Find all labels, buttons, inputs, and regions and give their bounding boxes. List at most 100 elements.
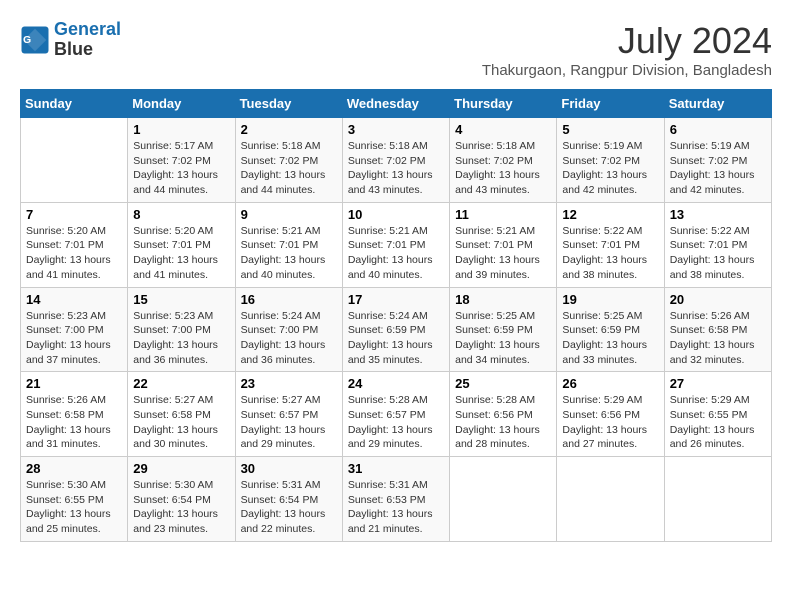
day-info: Sunrise: 5:27 AMSunset: 6:58 PMDaylight:…	[133, 393, 229, 452]
day-number: 16	[241, 292, 337, 307]
day-info: Sunrise: 5:21 AMSunset: 7:01 PMDaylight:…	[348, 224, 444, 283]
calendar-cell: 28 Sunrise: 5:30 AMSunset: 6:55 PMDayligh…	[21, 457, 128, 542]
day-info: Sunrise: 5:21 AMSunset: 7:01 PMDaylight:…	[455, 224, 551, 283]
calendar-week-row: 14 Sunrise: 5:23 AMSunset: 7:00 PMDayligh…	[21, 287, 772, 372]
logo: G General Blue	[20, 20, 121, 60]
calendar-cell: 1Sunrise: 5:17 AMSunset: 7:02 PMDaylight…	[128, 118, 235, 203]
day-info: Sunrise: 5:25 AMSunset: 6:59 PMDaylight:…	[455, 309, 551, 368]
day-number: 29	[133, 461, 229, 476]
day-info: Sunrise: 5:29 AMSunset: 6:55 PMDaylight:…	[670, 393, 766, 452]
calendar-table: SundayMondayTuesdayWednesdayThursdayFrid…	[20, 89, 772, 542]
calendar-cell	[21, 118, 128, 203]
day-info: Sunrise: 5:24 AMSunset: 7:00 PMDaylight:…	[241, 309, 337, 368]
calendar-cell: 27 Sunrise: 5:29 AMSunset: 6:55 PMDayligh…	[664, 372, 771, 457]
calendar-cell: 14 Sunrise: 5:23 AMSunset: 7:00 PMDayligh…	[21, 287, 128, 372]
calendar-cell: 20Sunrise: 5:26 AMSunset: 6:58 PMDayligh…	[664, 287, 771, 372]
day-info: Sunrise: 5:22 AMSunset: 7:01 PMDaylight:…	[562, 224, 658, 283]
day-info: Sunrise: 5:31 AMSunset: 6:53 PMDaylight:…	[348, 478, 444, 537]
day-info: Sunrise: 5:18 AMSunset: 7:02 PMDaylight:…	[241, 139, 337, 198]
day-info: Sunrise: 5:20 AMSunset: 7:01 PMDaylight:…	[26, 224, 122, 283]
day-info: Sunrise: 5:18 AMSunset: 7:02 PMDaylight:…	[455, 139, 551, 198]
day-number: 5	[562, 122, 658, 137]
calendar-day-header: Saturday	[664, 90, 771, 118]
calendar-cell: 19 Sunrise: 5:25 AMSunset: 6:59 PMDayligh…	[557, 287, 664, 372]
day-number: 31	[348, 461, 444, 476]
day-info: Sunrise: 5:20 AMSunset: 7:01 PMDaylight:…	[133, 224, 229, 283]
logo-icon: G	[20, 25, 50, 55]
day-number: 13	[670, 207, 766, 222]
day-number: 17	[348, 292, 444, 307]
month-title: July 2024	[482, 20, 772, 62]
calendar-week-row: 21 Sunrise: 5:26 AMSunset: 6:58 PMDayligh…	[21, 372, 772, 457]
day-number: 9	[241, 207, 337, 222]
day-number: 21	[26, 376, 122, 391]
day-number: 8	[133, 207, 229, 222]
calendar-cell: 11 Sunrise: 5:21 AMSunset: 7:01 PMDayligh…	[450, 202, 557, 287]
calendar-cell: 24 Sunrise: 5:28 AMSunset: 6:57 PMDayligh…	[342, 372, 449, 457]
day-number: 28	[26, 461, 122, 476]
day-number: 7	[26, 207, 122, 222]
day-info: Sunrise: 5:29 AMSunset: 6:56 PMDaylight:…	[562, 393, 658, 452]
calendar-cell: 6 Sunrise: 5:19 AMSunset: 7:02 PMDaylight…	[664, 118, 771, 203]
calendar-cell: 2 Sunrise: 5:18 AMSunset: 7:02 PMDaylight…	[235, 118, 342, 203]
day-number: 2	[241, 122, 337, 137]
day-info: Sunrise: 5:30 AMSunset: 6:55 PMDaylight:…	[26, 478, 122, 537]
calendar-week-row: 1Sunrise: 5:17 AMSunset: 7:02 PMDaylight…	[21, 118, 772, 203]
day-info: Sunrise: 5:24 AMSunset: 6:59 PMDaylight:…	[348, 309, 444, 368]
calendar-cell	[557, 457, 664, 542]
calendar-cell: 29 Sunrise: 5:30 AMSunset: 6:54 PMDayligh…	[128, 457, 235, 542]
calendar-cell: 16 Sunrise: 5:24 AMSunset: 7:00 PMDayligh…	[235, 287, 342, 372]
day-info: Sunrise: 5:21 AMSunset: 7:01 PMDaylight:…	[241, 224, 337, 283]
day-number: 30	[241, 461, 337, 476]
day-info: Sunrise: 5:26 AMSunset: 6:58 PMDaylight:…	[26, 393, 122, 452]
day-info: Sunrise: 5:30 AMSunset: 6:54 PMDaylight:…	[133, 478, 229, 537]
day-info: Sunrise: 5:23 AMSunset: 7:00 PMDaylight:…	[133, 309, 229, 368]
location: Thakurgaon, Rangpur Division, Bangladesh	[482, 62, 772, 79]
day-number: 11	[455, 207, 551, 222]
calendar-cell: 17 Sunrise: 5:24 AMSunset: 6:59 PMDayligh…	[342, 287, 449, 372]
day-info: Sunrise: 5:31 AMSunset: 6:54 PMDaylight:…	[241, 478, 337, 537]
calendar-header-row: SundayMondayTuesdayWednesdayThursdayFrid…	[21, 90, 772, 118]
day-info: Sunrise: 5:18 AMSunset: 7:02 PMDaylight:…	[348, 139, 444, 198]
svg-text:G: G	[23, 34, 31, 46]
calendar-cell	[450, 457, 557, 542]
day-info: Sunrise: 5:22 AMSunset: 7:01 PMDaylight:…	[670, 224, 766, 283]
day-number: 10	[348, 207, 444, 222]
calendar-week-row: 28 Sunrise: 5:30 AMSunset: 6:55 PMDayligh…	[21, 457, 772, 542]
day-number: 18	[455, 292, 551, 307]
day-info: Sunrise: 5:25 AMSunset: 6:59 PMDaylight:…	[562, 309, 658, 368]
calendar-week-row: 7 Sunrise: 5:20 AMSunset: 7:01 PMDaylight…	[21, 202, 772, 287]
day-number: 6	[670, 122, 766, 137]
calendar-cell: 31 Sunrise: 5:31 AMSunset: 6:53 PMDayligh…	[342, 457, 449, 542]
calendar-cell: 23 Sunrise: 5:27 AMSunset: 6:57 PMDayligh…	[235, 372, 342, 457]
calendar-day-header: Thursday	[450, 90, 557, 118]
day-info: Sunrise: 5:19 AMSunset: 7:02 PMDaylight:…	[670, 139, 766, 198]
calendar-cell	[664, 457, 771, 542]
day-number: 24	[348, 376, 444, 391]
day-info: Sunrise: 5:27 AMSunset: 6:57 PMDaylight:…	[241, 393, 337, 452]
day-number: 4	[455, 122, 551, 137]
calendar-cell: 7 Sunrise: 5:20 AMSunset: 7:01 PMDaylight…	[21, 202, 128, 287]
day-info: Sunrise: 5:28 AMSunset: 6:57 PMDaylight:…	[348, 393, 444, 452]
calendar-cell: 26Sunrise: 5:29 AMSunset: 6:56 PMDayligh…	[557, 372, 664, 457]
day-number: 19	[562, 292, 658, 307]
calendar-cell: 15 Sunrise: 5:23 AMSunset: 7:00 PMDayligh…	[128, 287, 235, 372]
day-info: Sunrise: 5:23 AMSunset: 7:00 PMDaylight:…	[26, 309, 122, 368]
calendar-cell: 3 Sunrise: 5:18 AMSunset: 7:02 PMDaylight…	[342, 118, 449, 203]
day-number: 27	[670, 376, 766, 391]
day-number: 25	[455, 376, 551, 391]
calendar-cell: 4 Sunrise: 5:18 AMSunset: 7:02 PMDaylight…	[450, 118, 557, 203]
day-number: 12	[562, 207, 658, 222]
day-info: Sunrise: 5:19 AMSunset: 7:02 PMDaylight:…	[562, 139, 658, 198]
calendar-cell: 30 Sunrise: 5:31 AMSunset: 6:54 PMDayligh…	[235, 457, 342, 542]
day-number: 3	[348, 122, 444, 137]
calendar-cell: 10 Sunrise: 5:21 AMSunset: 7:01 PMDayligh…	[342, 202, 449, 287]
day-number: 14	[26, 292, 122, 307]
day-number: 1	[133, 122, 229, 137]
calendar-cell: 9 Sunrise: 5:21 AMSunset: 7:01 PMDaylight…	[235, 202, 342, 287]
calendar-cell: 21 Sunrise: 5:26 AMSunset: 6:58 PMDayligh…	[21, 372, 128, 457]
day-number: 23	[241, 376, 337, 391]
calendar-cell: 5 Sunrise: 5:19 AMSunset: 7:02 PMDaylight…	[557, 118, 664, 203]
day-number: 15	[133, 292, 229, 307]
logo-text: General Blue	[54, 20, 121, 60]
